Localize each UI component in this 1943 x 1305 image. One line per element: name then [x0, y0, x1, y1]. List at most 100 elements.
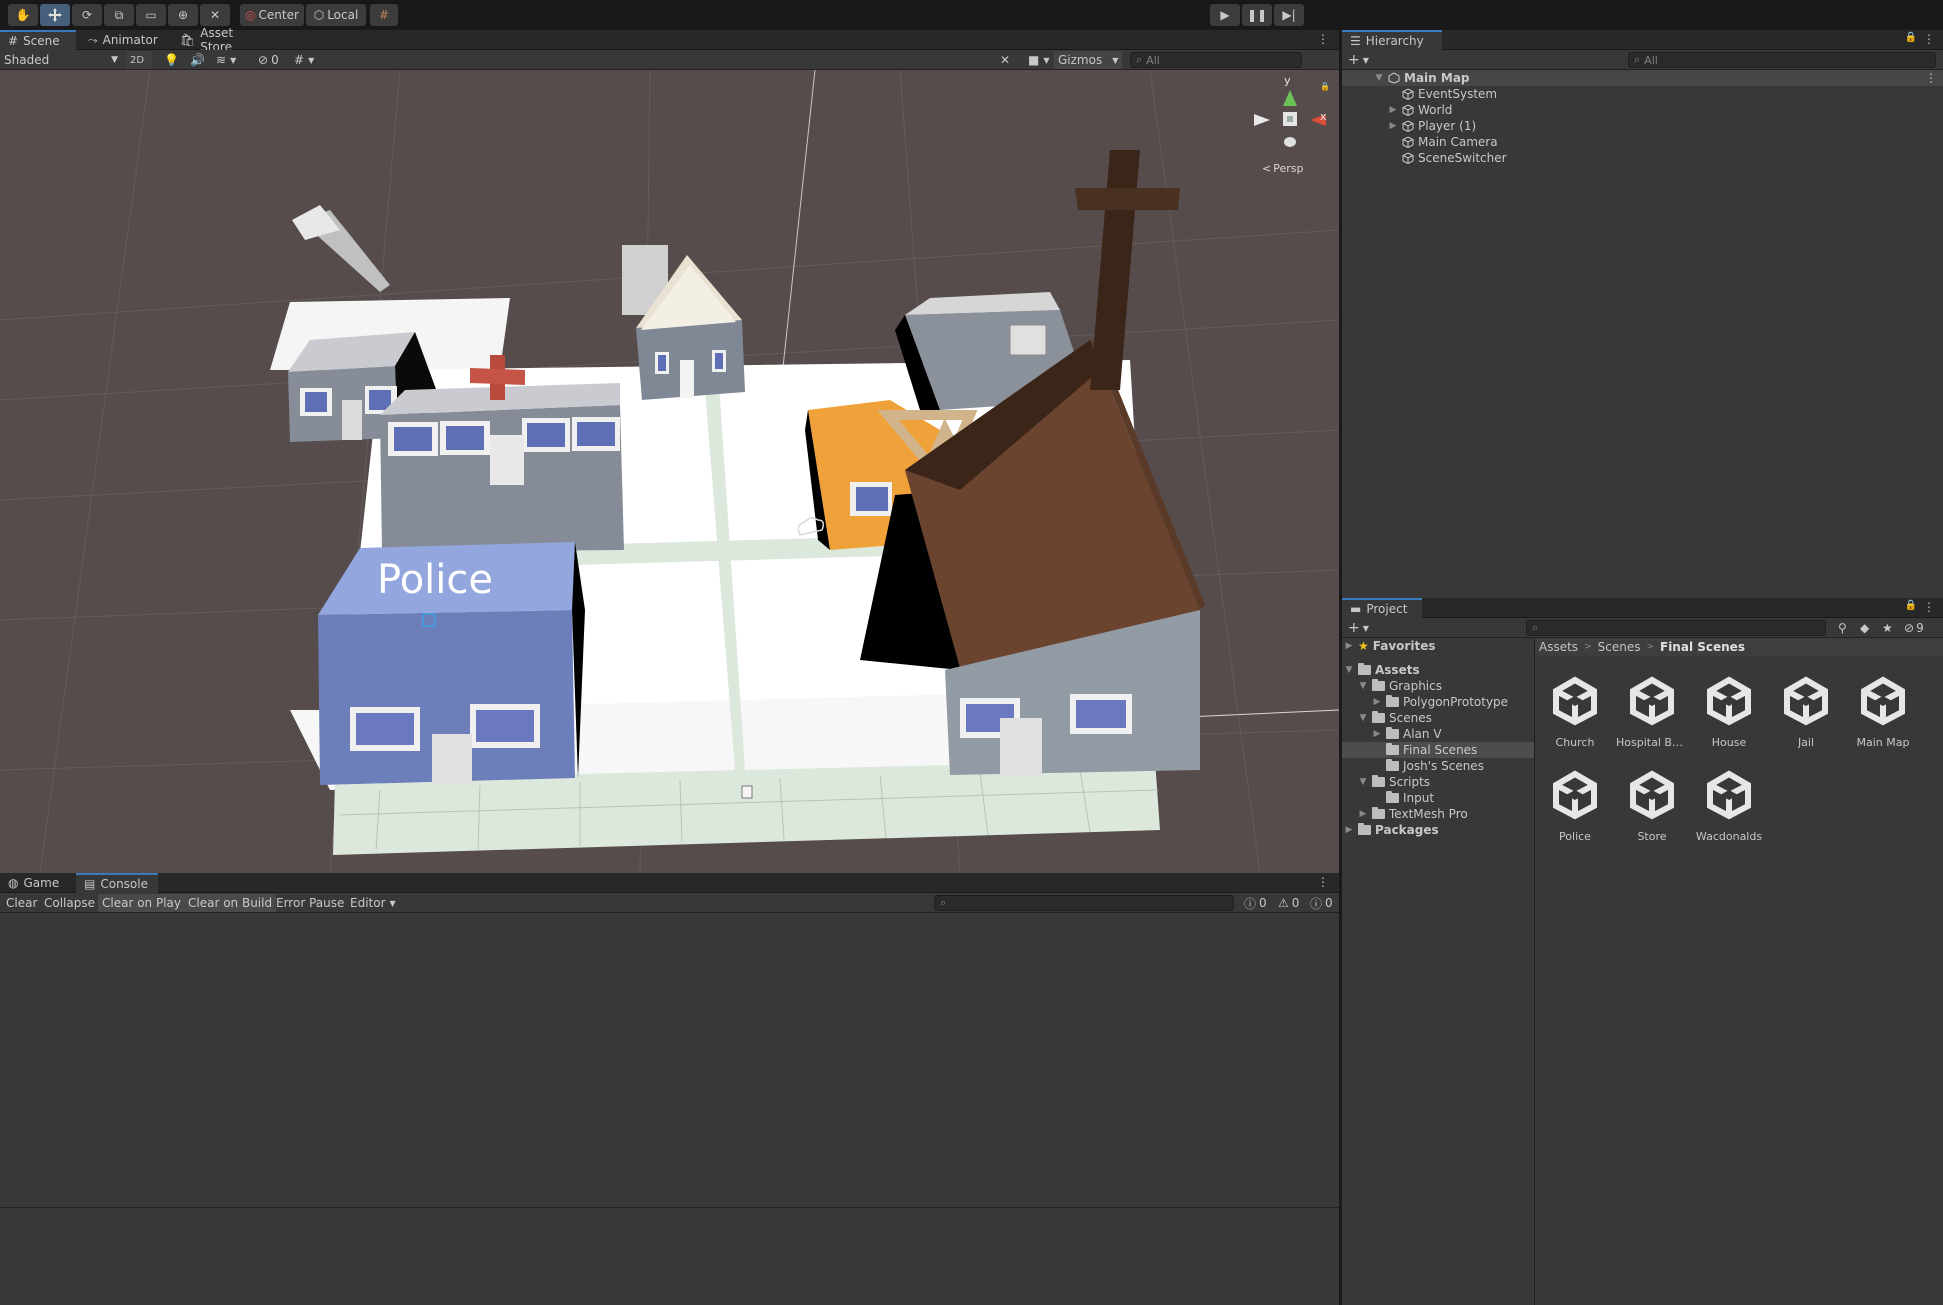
custom-tool-button[interactable]: ✕ — [200, 4, 230, 26]
tree-polygon-prototype[interactable]: ▶ PolygonPrototype — [1372, 694, 1508, 710]
rotate-tool-button[interactable]: ⟳ — [72, 4, 102, 26]
clear-on-build-toggle[interactable]: Clear on Build — [184, 894, 277, 912]
scale-tool-button[interactable]: ⧉ — [104, 4, 134, 26]
expand-arrow-icon[interactable]: ▶ — [1344, 641, 1354, 651]
grid-toggle[interactable]: # ▼ — [290, 51, 318, 69]
info-count-toggle[interactable]: ⓘ 0 — [1240, 894, 1271, 912]
expand-arrow-icon[interactable]: ▶ — [1372, 729, 1382, 739]
console-collapse-button[interactable]: Collapse — [40, 894, 99, 912]
audio-toggle[interactable]: 🔊 — [186, 51, 209, 69]
hierarchy-search-input[interactable]: ⌕ All — [1628, 52, 1936, 68]
pivot-local-button[interactable]: ⬡ Local — [306, 4, 366, 26]
search-by-label-button[interactable]: ◆ — [1856, 619, 1873, 637]
expand-arrow-icon[interactable]: ▶ — [1388, 105, 1398, 115]
hierarchy-item[interactable]: EventSystem — [1342, 86, 1497, 102]
shading-mode-dropdown[interactable]: Shaded ▼ — [0, 51, 122, 69]
2d-toggle[interactable]: 2D — [126, 51, 152, 69]
lock-icon[interactable]: 🔒 — [1905, 32, 1917, 43]
expand-arrow-icon[interactable]: ▶ — [1344, 825, 1354, 835]
tab-project[interactable]: ▬ Project — [1342, 598, 1422, 618]
tree-packages[interactable]: ▶ Packages — [1344, 822, 1439, 838]
search-by-type-button[interactable]: ⚲ — [1834, 619, 1851, 637]
expand-arrow-icon[interactable]: ▼ — [1374, 73, 1384, 83]
create-asset-button[interactable]: + ▼ — [1344, 619, 1373, 637]
tree-scenes[interactable]: ▼ Scenes — [1358, 710, 1432, 726]
favorite-button[interactable]: ★ — [1878, 619, 1897, 637]
tab-hierarchy[interactable]: ☰ Hierarchy — [1342, 30, 1442, 50]
expand-arrow-icon[interactable]: ▼ — [1344, 665, 1354, 675]
tab-asset-store[interactable]: 🛍 Asset Store — [172, 26, 272, 54]
orientation-gizmo[interactable]: y x 🔒 — [1250, 74, 1330, 158]
hierarchy-item[interactable]: SceneSwitcher — [1342, 150, 1507, 166]
scene-asset[interactable]: Main Map — [1847, 674, 1919, 749]
scene-menu-icon[interactable]: ⋮ — [1317, 32, 1329, 46]
project-search-input[interactable]: ⌕ — [1526, 620, 1826, 636]
transform-tool-button[interactable]: ⊕ — [168, 4, 198, 26]
expand-arrow-icon[interactable]: ▶ — [1372, 697, 1382, 707]
play-button[interactable]: ▶ — [1210, 4, 1240, 26]
rect-tool-button[interactable]: ▭ — [136, 4, 166, 26]
tree-graphics[interactable]: ▼ Graphics — [1358, 678, 1442, 694]
tools-button[interactable]: ✕ — [996, 51, 1014, 69]
clear-on-play-toggle[interactable]: Clear on Play — [98, 894, 185, 912]
step-button[interactable]: ▶| — [1274, 4, 1304, 26]
grid-snap-button[interactable]: # — [370, 4, 398, 26]
hierarchy-item[interactable]: Main Camera — [1342, 134, 1498, 150]
tree-input[interactable]: Input — [1386, 790, 1434, 806]
error-pause-toggle[interactable]: Error Pause — [272, 894, 348, 912]
move-tool-button[interactable] — [40, 4, 70, 26]
tree-alan-v[interactable]: ▶ Alan V — [1372, 726, 1442, 742]
hierarchy-item[interactable]: ▶ World — [1342, 102, 1453, 118]
expand-arrow-icon[interactable]: ▼ — [1358, 681, 1368, 691]
scene-search-input[interactable]: ⌕ All — [1130, 52, 1302, 68]
lock-icon[interactable]: 🔒 — [1320, 82, 1330, 91]
breadcrumb-item[interactable]: Final Scenes — [1660, 640, 1745, 654]
scene-asset[interactable]: Police — [1539, 768, 1611, 843]
console-detail-area[interactable] — [0, 1208, 1339, 1305]
scene-row[interactable]: ▼ Main Map ⋮ — [1342, 70, 1943, 86]
expand-arrow-icon[interactable]: ▶ — [1358, 809, 1368, 819]
pause-button[interactable]: ❚❚ — [1242, 4, 1272, 26]
tab-console[interactable]: ▤ Console — [76, 873, 158, 893]
tree-final-scenes[interactable]: Final Scenes — [1342, 742, 1534, 758]
breadcrumb-item[interactable]: Scenes — [1598, 640, 1641, 654]
editor-dropdown[interactable]: Editor ▼ — [346, 894, 400, 912]
expand-arrow-icon[interactable]: ▼ — [1358, 777, 1368, 787]
hand-tool-button[interactable]: ✋ — [8, 4, 38, 26]
console-search-input[interactable]: ⌕ — [934, 895, 1234, 911]
console-menu-icon[interactable]: ⋮ — [1317, 875, 1329, 889]
tree-favorites[interactable]: ▶ ★ Favorites — [1344, 638, 1436, 654]
expand-arrow-icon[interactable]: ▶ — [1388, 121, 1398, 131]
warning-count-toggle[interactable]: ⚠ 0 — [1274, 894, 1303, 912]
scene-asset[interactable]: House — [1693, 674, 1765, 749]
scene-asset[interactable]: Store — [1616, 768, 1688, 843]
hierarchy-item[interactable]: ▶ Player (1) — [1342, 118, 1477, 134]
hierarchy-menu-icon[interactable]: ⋮ — [1923, 32, 1935, 46]
hidden-objects-toggle[interactable]: ⊘ 0 — [254, 51, 283, 69]
tab-animator[interactable]: ⤳ Animator — [80, 30, 162, 50]
scene-asset[interactable]: Hospital Bui... — [1616, 674, 1688, 749]
console-log-area[interactable] — [0, 913, 1339, 1208]
effects-toggle[interactable]: ≋ ▼ — [212, 51, 240, 69]
hidden-packages-toggle[interactable]: ⊘ 9 — [1900, 619, 1928, 637]
breadcrumb-item[interactable]: Assets — [1539, 640, 1578, 654]
expand-arrow-icon[interactable]: ▼ — [1358, 713, 1368, 723]
lighting-toggle[interactable]: 💡 — [160, 51, 183, 69]
tab-game[interactable]: ◍ Game — [0, 873, 74, 893]
tab-scene[interactable]: # Scene — [0, 30, 76, 50]
gizmos-dropdown[interactable]: Gizmos ▼ — [1054, 51, 1123, 69]
tree-scripts[interactable]: ▼ Scripts — [1358, 774, 1430, 790]
scene-viewport[interactable]: Police y x 🔒 < Persp — [0, 70, 1339, 873]
tree-assets[interactable]: ▼ Assets — [1344, 662, 1420, 678]
scene-asset[interactable]: Church — [1539, 674, 1611, 749]
project-menu-icon[interactable]: ⋮ — [1923, 600, 1935, 614]
pivot-center-button[interactable]: ◎ Center — [240, 4, 304, 26]
scene-asset[interactable]: Jail — [1770, 674, 1842, 749]
console-clear-button[interactable]: Clear — [2, 894, 41, 912]
camera-dropdown[interactable]: ■ ▼ — [1024, 51, 1054, 69]
lock-icon[interactable]: 🔒 — [1905, 600, 1917, 611]
create-button[interactable]: + ▼ — [1344, 51, 1373, 69]
tree-textmesh-pro[interactable]: ▶ TextMesh Pro — [1358, 806, 1468, 822]
scene-menu-icon[interactable]: ⋮ — [1925, 71, 1937, 85]
error-count-toggle[interactable]: ⓘ 0 — [1306, 894, 1337, 912]
